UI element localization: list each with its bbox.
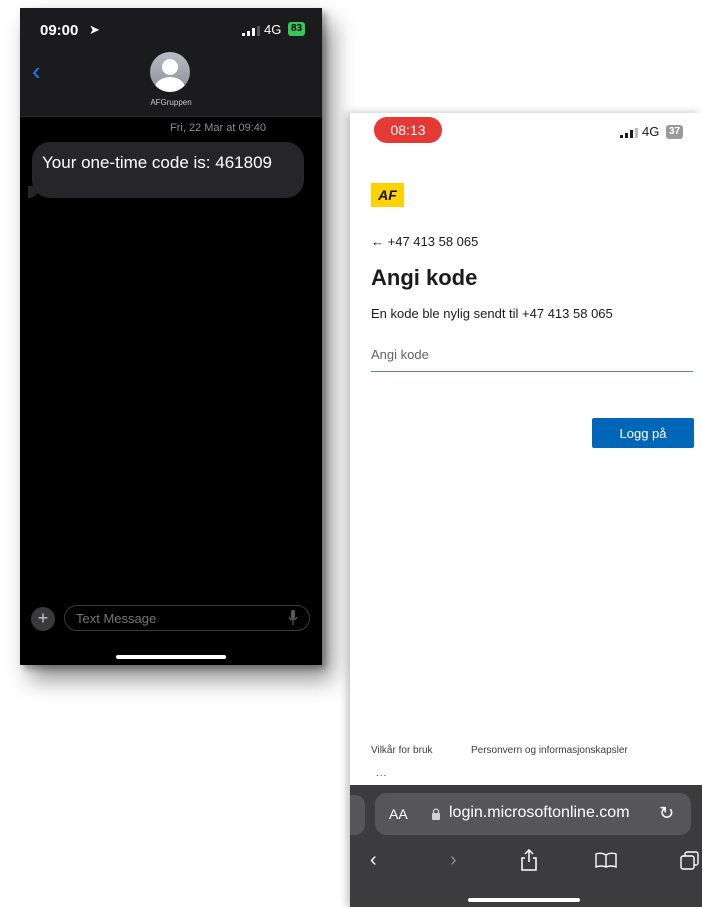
home-indicator <box>116 655 226 659</box>
page-settings-button[interactable]: AA <box>389 806 408 822</box>
conversation-header: ‹ AFGruppen <box>20 50 322 117</box>
share-icon[interactable] <box>520 849 538 871</box>
status-time: 08:13 <box>374 117 442 143</box>
message-bubble[interactable]: Your one-time code is: 461809 <box>28 142 304 198</box>
previous-tab[interactable] <box>350 795 365 835</box>
reload-icon[interactable]: ↻ <box>659 803 674 824</box>
url-text[interactable]: login.microsoftonline.com <box>449 804 630 822</box>
terms-link[interactable]: Vilkår for bruk <box>371 745 433 756</box>
back-arrow-icon: ← <box>371 234 384 249</box>
messages-screen: 09:00 ➤ 4G 83 ‹ AFGruppen Fri, 22 Mar at… <box>20 8 322 665</box>
bookmarks-icon[interactable] <box>595 852 617 868</box>
privacy-link[interactable]: Personvern og informasjonskapsler <box>471 745 628 756</box>
message-timestamp: Fri, 22 Mar at 09:40 <box>170 122 266 134</box>
microphone-icon[interactable] <box>288 610 298 626</box>
login-screen: 08:13 4G 37 AF ← +47 413 58 065 Angi kod… <box>350 113 702 907</box>
address-bar[interactable]: AA login.microsoftonline.com ↻ <box>375 793 691 835</box>
battery-level: 37 <box>666 125 684 139</box>
network-type: 4G <box>264 22 282 37</box>
tabs-icon[interactable] <box>680 851 700 871</box>
status-bar: 09:00 ➤ 4G 83 <box>20 8 322 50</box>
back-phone-number: +47 413 58 065 <box>387 234 479 249</box>
page-title: Angi kode <box>371 265 478 290</box>
sign-in-button[interactable]: Logg på <box>592 418 694 448</box>
location-arrow-icon: ➤ <box>89 22 100 37</box>
forward-nav-icon[interactable]: › <box>450 849 457 872</box>
code-input[interactable] <box>371 341 693 372</box>
back-chevron-icon[interactable]: ‹ <box>32 56 41 87</box>
contact-name[interactable]: AFGruppen <box>20 98 322 107</box>
browser-toolbar: AA login.microsoftonline.com ↻ ‹ › <box>350 785 702 907</box>
plus-icon[interactable]: + <box>31 607 55 631</box>
back-nav-icon[interactable]: ‹ <box>370 849 377 872</box>
more-options[interactable]: ... <box>376 768 387 779</box>
network-type: 4G <box>642 124 660 139</box>
battery-level: 83 <box>288 22 306 36</box>
lock-icon <box>432 808 440 820</box>
status-time: 09:00 <box>40 22 79 39</box>
text-message-input[interactable] <box>64 605 310 631</box>
back-link[interactable]: ← +47 413 58 065 <box>371 234 478 249</box>
signal-icon <box>620 128 638 138</box>
signal-icon <box>242 26 260 36</box>
af-logo: AF <box>371 183 404 207</box>
code-sent-description: En kode ble nylig sendt til +47 413 58 0… <box>371 306 613 321</box>
avatar[interactable] <box>150 52 190 92</box>
home-indicator <box>468 898 580 902</box>
